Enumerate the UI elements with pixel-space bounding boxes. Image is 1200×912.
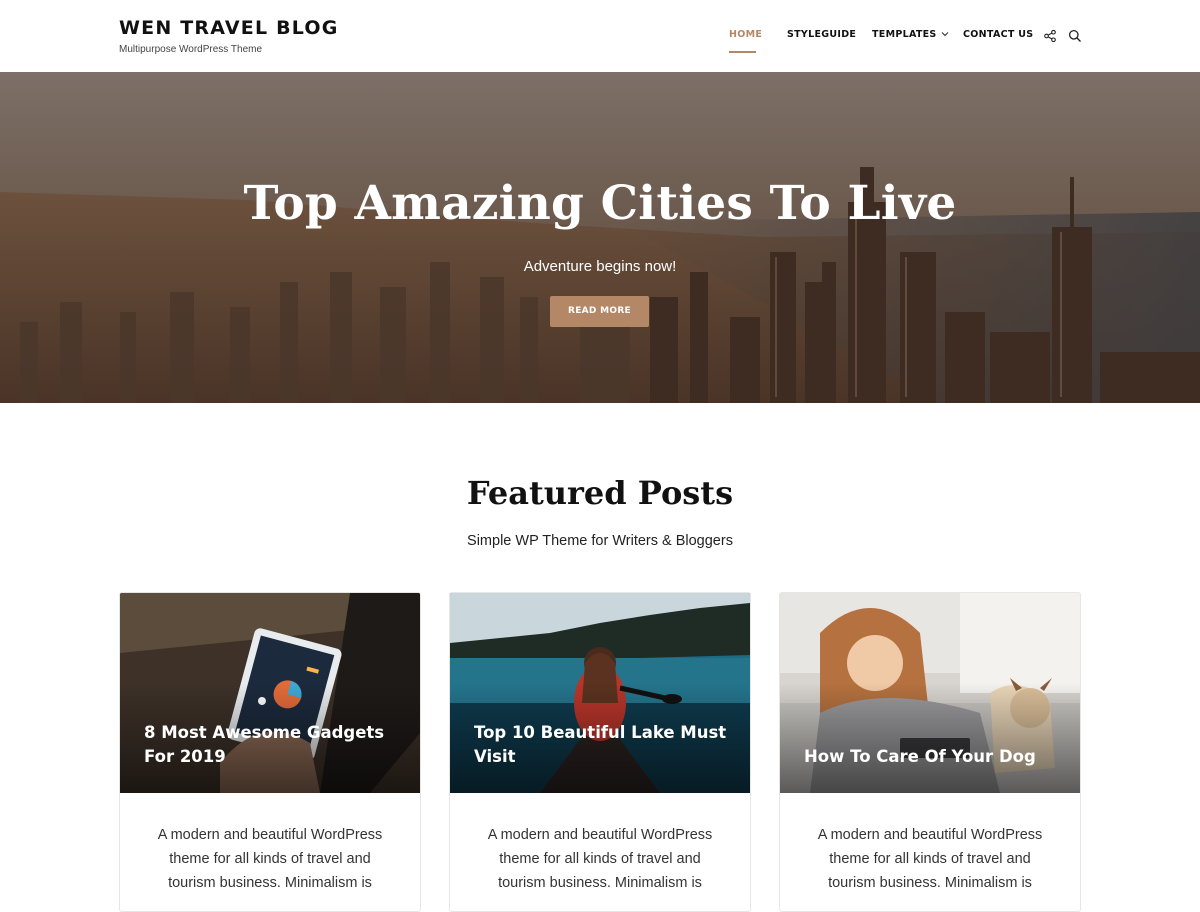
post-card-lake[interactable]: Top 10 Beautiful Lake Must Visit A moder…	[449, 592, 751, 912]
post-image-lake[interactable]: Top 10 Beautiful Lake Must Visit	[450, 593, 750, 793]
nav-templates-label: TEMPLATES	[872, 29, 937, 40]
featured-subtitle: Simple WP Theme for Writers & Bloggers	[467, 533, 733, 549]
post-image-gadgets[interactable]: 8 Most Awesome Gadgets For 2019	[120, 593, 420, 793]
image-overlay	[780, 683, 1080, 793]
nav-home[interactable]: HOME	[729, 29, 763, 53]
featured-title: Featured Posts	[466, 474, 734, 512]
chevron-down-icon	[941, 30, 949, 40]
site-tagline: Multipurpose WordPress Theme	[119, 44, 263, 55]
post-image-dog[interactable]: How To Care Of Your Dog	[780, 593, 1080, 793]
search-icon[interactable]	[1068, 29, 1082, 43]
post-excerpt: A modern and beautiful WordPress theme f…	[817, 827, 1043, 891]
nav-templates[interactable]: TEMPLATES	[872, 29, 949, 40]
hero-subtitle: Adventure begins now!	[523, 258, 677, 275]
post-title[interactable]: How To Care Of Your Dog	[804, 745, 1064, 769]
city-skyline-image	[0, 72, 1200, 403]
nav-styleguide[interactable]: STYLEGUIDE	[787, 29, 856, 40]
post-card-dog[interactable]: How To Care Of Your Dog A modern and bea…	[779, 592, 1081, 912]
post-excerpt: A modern and beautiful WordPress theme f…	[487, 827, 713, 891]
post-excerpt: A modern and beautiful WordPress theme f…	[157, 827, 383, 891]
site-header: WEN TRAVEL BLOG Multipurpose WordPress T…	[0, 0, 1200, 72]
hero-title: Top Amazing Cities To Live	[243, 176, 957, 231]
active-nav-underline	[729, 51, 756, 53]
primary-nav: HOME STYLEGUIDE TEMPLATES CONTACT US	[0, 29, 1200, 53]
post-card-gadgets[interactable]: 8 Most Awesome Gadgets For 2019 A modern…	[119, 592, 421, 912]
nav-home-label: HOME	[729, 29, 763, 40]
share-icon[interactable]	[1043, 29, 1057, 43]
read-more-button[interactable]: READ MORE	[550, 296, 649, 327]
post-title[interactable]: 8 Most Awesome Gadgets For 2019	[144, 721, 404, 769]
hero-banner: Top Amazing Cities To Live Adventure beg…	[0, 72, 1200, 403]
post-title[interactable]: Top 10 Beautiful Lake Must Visit	[474, 721, 734, 769]
nav-contact[interactable]: CONTACT US	[963, 29, 1033, 40]
